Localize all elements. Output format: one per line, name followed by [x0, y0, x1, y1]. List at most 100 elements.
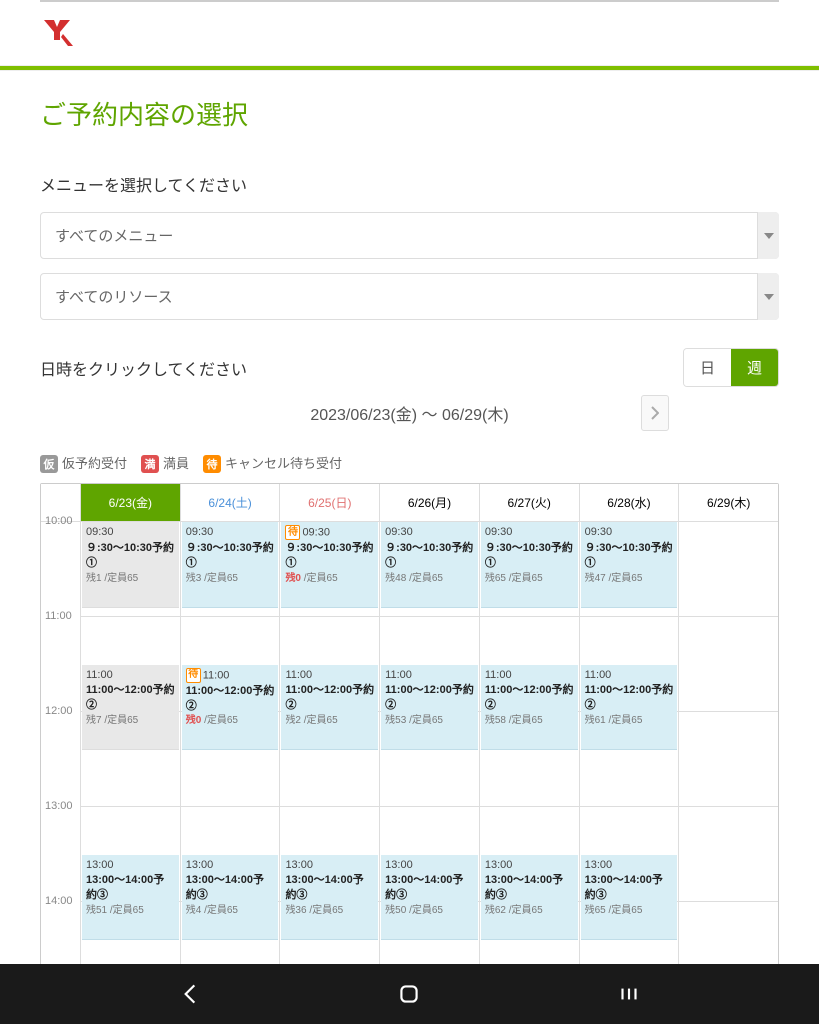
slot-capacity: /定員65 [609, 715, 643, 726]
slot-title: 11:00～12:00予約② [485, 683, 574, 713]
booking-slot[interactable]: 13:0013:00～14:00予約③残36 /定員65 [281, 855, 378, 941]
slot-time: 13:00 [385, 858, 474, 873]
slot-remaining: 残65 [585, 905, 609, 916]
logo-area [40, 10, 779, 65]
slot-capacity: /定員65 [609, 573, 643, 584]
slot-time: 09:30 [86, 525, 175, 540]
slot-time: 待09:30 [285, 525, 374, 540]
slot-title: 11:00～12:00予約② [285, 683, 374, 713]
booking-slot[interactable]: 11:0011:00～12:00予約② 残58 /定員65 [481, 665, 578, 751]
slot-title: 13:00～14:00予約③ [385, 873, 474, 903]
slot-capacity: /定員65 [509, 573, 543, 584]
slot-remaining: 残62 [485, 905, 509, 916]
day-header[interactable]: 6/23(金) [81, 484, 180, 522]
slot-remaining: 残0 [285, 573, 303, 584]
legend-machi-label: キャンセル待ち受付 [225, 456, 342, 471]
recent-button[interactable] [616, 981, 642, 1007]
time-label: 13:00 [41, 807, 80, 902]
slot-capacity: /定員65 [609, 905, 643, 916]
booking-slot[interactable]: 11:0011:00～12:00予約② 残61 /定員65 [581, 665, 678, 751]
booking-slot[interactable]: 09:30９:30～10:30予約①残47 /定員65 [581, 522, 678, 608]
booking-slot[interactable]: 11:0011:00～12:00予約②残7 /定員65 [82, 665, 179, 751]
menu-select[interactable]: すべてのメニュー [40, 212, 779, 259]
slot-title: 13:00～14:00予約③ [86, 873, 175, 903]
slot-remaining: 残2 [285, 715, 303, 726]
day-column: 6/28(水)09:30９:30～10:30予約①残47 /定員6511:001… [580, 484, 680, 997]
day-column: 6/27(火)09:30９:30～10:30予約①残65 /定員6511:001… [480, 484, 580, 997]
legend-machi-badge: 待 [203, 455, 221, 473]
menu-select-wrapper[interactable]: すべてのメニュー [40, 212, 779, 259]
booking-slot[interactable]: 待11:0011:00～12:00予約②残0 /定員65 [182, 665, 279, 751]
booking-slot[interactable]: 13:0013:00～14:00予約③残4 /定員65 [182, 855, 279, 941]
slot-remaining: 残0 [186, 715, 204, 726]
slot-time: 09:30 [186, 525, 275, 540]
time-label: 10:00 [41, 522, 80, 617]
booking-slot[interactable]: 09:30９:30～10:30予約①残65 /定員65 [481, 522, 578, 608]
day-header[interactable]: 6/29(木) [679, 484, 778, 522]
slot-capacity: /定員65 [110, 905, 144, 916]
accent-bar [0, 65, 819, 71]
slot-capacity: /定員65 [204, 573, 238, 584]
view-day-button[interactable]: 日 [684, 349, 731, 386]
view-toggle: 日 週 [683, 348, 779, 387]
slot-capacity: /定員65 [304, 715, 338, 726]
slot-title: 11:00～12:00予約② [585, 683, 674, 713]
slot-capacity: /定員65 [204, 905, 238, 916]
slot-time: 11:00 [485, 668, 574, 683]
booking-slot[interactable]: 09:30９:30～10:30予約①残1 /定員65 [82, 522, 179, 608]
legend-man-badge: 満 [141, 455, 159, 473]
view-week-button[interactable]: 週 [731, 349, 778, 386]
next-week-button[interactable] [641, 395, 669, 431]
menu-section-label: メニューを選択してください [40, 172, 779, 196]
top-divider [40, 0, 779, 2]
legend-kari-badge: 仮 [40, 455, 58, 473]
day-columns: 6/23(金)09:30９:30～10:30予約①残1 /定員6511:0011… [81, 484, 778, 997]
booking-slot[interactable]: 13:0013:00～14:00予約③ 残51 /定員65 [82, 855, 179, 941]
slot-remaining: 残47 [585, 573, 609, 584]
resource-select[interactable]: すべてのリソース [40, 273, 779, 320]
slot-time: 13:00 [285, 858, 374, 873]
booking-slot[interactable]: 13:0013:00～14:00予約③残65 /定員65 [581, 855, 678, 941]
booking-slot[interactable]: 13:0013:00～14:00予約③残62 /定員65 [481, 855, 578, 941]
booking-slot[interactable]: 11:0011:00～12:00予約②残2 /定員65 [281, 665, 378, 751]
slot-time: 11:00 [86, 668, 175, 683]
day-header[interactable]: 6/26(月) [380, 484, 479, 522]
slot-capacity: /定員65 [509, 905, 543, 916]
slot-title: 13:00～14:00予約③ [285, 873, 374, 903]
slot-capacity: /定員65 [509, 715, 543, 726]
slot-capacity: /定員65 [309, 905, 343, 916]
slot-remaining: 残61 [585, 715, 609, 726]
slot-time: 待11:00 [186, 668, 275, 683]
day-header[interactable]: 6/25(日) [280, 484, 379, 522]
slot-remaining: 残53 [385, 715, 409, 726]
slot-remaining: 残3 [186, 573, 204, 584]
slot-remaining: 残58 [485, 715, 509, 726]
slot-title: 11:00～12:00予約② [186, 684, 275, 714]
date-range: 2023/06/23(金) 〜 06/29(木) [310, 395, 508, 425]
date-section-label: 日時をクリックしてください [40, 356, 247, 380]
booking-slot[interactable]: 13:0013:00～14:00予約③残50 /定員65 [381, 855, 478, 941]
resource-select-wrapper[interactable]: すべてのリソース [40, 273, 779, 320]
wait-badge: 待 [285, 525, 300, 540]
home-button[interactable] [396, 981, 422, 1007]
day-header[interactable]: 6/28(水) [580, 484, 679, 522]
ymca-logo [40, 18, 76, 48]
back-button[interactable] [177, 981, 203, 1007]
slot-capacity: /定員65 [204, 715, 238, 726]
slot-capacity: /定員65 [409, 905, 443, 916]
booking-slot[interactable]: 待09:30９:30～10:30予約①残0 /定員65 [281, 522, 378, 608]
legend-man-label: 満員 [163, 456, 189, 471]
day-column: 6/24(土)09:30９:30～10:30予約①残3 /定員65待11:001… [181, 484, 281, 997]
slot-remaining: 残51 [86, 905, 110, 916]
chevron-right-icon [651, 406, 659, 420]
slot-time: 11:00 [585, 668, 674, 683]
day-header[interactable]: 6/27(火) [480, 484, 579, 522]
booking-slot[interactable]: 09:30９:30～10:30予約①残3 /定員65 [182, 522, 279, 608]
slot-time: 09:30 [385, 525, 474, 540]
booking-slot[interactable]: 11:0011:00～12:00予約②残53 /定員65 [381, 665, 478, 751]
slot-capacity: /定員65 [104, 715, 138, 726]
booking-slot[interactable]: 09:30９:30～10:30予約①残48 /定員65 [381, 522, 478, 608]
slot-time: 13:00 [86, 858, 175, 873]
day-header[interactable]: 6/24(土) [181, 484, 280, 522]
slot-title: ９:30～10:30予約① [285, 541, 374, 571]
